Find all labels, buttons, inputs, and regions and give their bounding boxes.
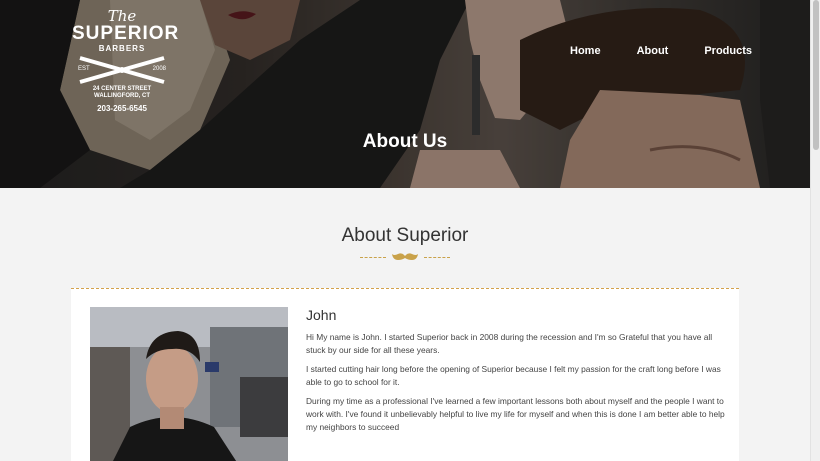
hero-banner: The SUPERIOR BARBERS EST 2008 24 CENTER … (0, 0, 810, 188)
logo-phone: 203-265-6545 (97, 104, 147, 113)
profile-name: John (306, 307, 337, 323)
barber-photo-image (90, 307, 288, 461)
main-nav: Home About Products (570, 45, 752, 57)
section-divider (360, 252, 450, 262)
logo[interactable]: The SUPERIOR BARBERS EST 2008 24 CENTER … (72, 7, 180, 118)
profile-text: John Hi My name is John. I started Super… (306, 307, 726, 440)
logo-est-row: EST 2008 (72, 66, 172, 72)
profile-photo (90, 307, 288, 461)
scrollbar-thumb[interactable] (813, 0, 819, 150)
profile-paragraph: I started cutting hair long before the o… (306, 364, 721, 387)
logo-barbers: BARBERS (98, 44, 146, 53)
profile-paragraph: Hi My name is John. I started Superior b… (306, 332, 713, 355)
divider-dash-left (360, 257, 386, 258)
logo-address-line2: WALLINGFORD, CT (94, 93, 150, 99)
logo-the: The (107, 7, 137, 25)
logo-superior: SUPERIOR (72, 23, 180, 44)
nav-home[interactable]: Home (570, 45, 601, 57)
logo-est: EST (78, 66, 90, 72)
logo-address-line1: 24 CENTER STREET (92, 86, 152, 92)
mustache-icon (392, 253, 418, 260)
divider-dash-right (424, 257, 450, 258)
nav-about[interactable]: About (637, 45, 669, 57)
section-title: About Superior (341, 225, 469, 246)
profile-card: John Hi My name is John. I started Super… (71, 288, 739, 461)
hero-title: About Us (362, 131, 448, 152)
profile-paragraph: During my time as a professional I've le… (306, 396, 725, 432)
scrollbar[interactable] (810, 0, 820, 461)
logo-year: 2008 (152, 66, 166, 72)
nav-products[interactable]: Products (704, 45, 752, 57)
logo-address: 24 CENTER STREET WALLINGFORD, CT (72, 86, 172, 100)
